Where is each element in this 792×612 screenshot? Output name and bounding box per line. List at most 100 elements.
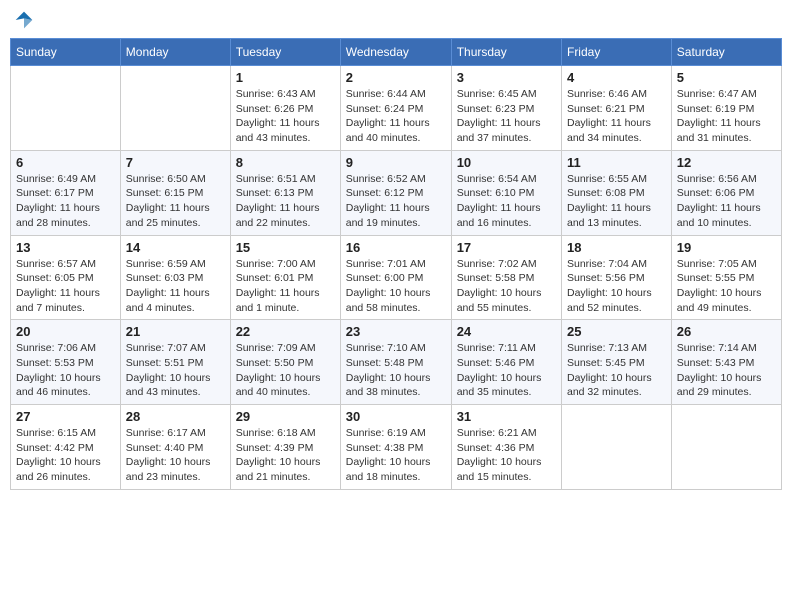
day-info: Sunrise: 6:44 AM Sunset: 6:24 PM Dayligh… [346, 87, 446, 146]
calendar-day-cell: 13Sunrise: 6:57 AM Sunset: 6:05 PM Dayli… [11, 235, 121, 320]
calendar-week-row: 20 Sunrise: 7:06 AM Sunset: 5:53 PM Dayli… [11, 320, 782, 405]
day-info: Sunrise: 6:46 AM Sunset: 6:21 PM Dayligh… [567, 87, 666, 146]
day-number: 7 [126, 155, 225, 170]
calendar-day-cell: 18 Sunrise: 7:04 AM Sunset: 5:56 PM Dayli… [561, 235, 671, 320]
day-number: 19 [677, 240, 776, 255]
day-number: 11 [567, 155, 666, 170]
day-number: 23 [346, 324, 446, 339]
calendar-day-cell: 24 Sunrise: 7:11 AM Sunset: 5:46 PM Dayli… [451, 320, 561, 405]
day-info: Sunrise: 7:00 AM Sunset: 6:01 PM Dayligh… [236, 257, 335, 316]
logo-icon [14, 10, 34, 30]
calendar-day-cell: 31 Sunrise: 6:21 AM Sunset: 4:36 PM Dayli… [451, 405, 561, 490]
day-number: 26 [677, 324, 776, 339]
calendar-day-cell: 29 Sunrise: 6:18 AM Sunset: 4:39 PM Dayli… [230, 405, 340, 490]
day-info: Sunrise: 6:59 AM Sunset: 6:03 PM Dayligh… [126, 257, 225, 316]
day-number: 18 [567, 240, 666, 255]
day-number: 8 [236, 155, 335, 170]
calendar-day-cell: 20 Sunrise: 7:06 AM Sunset: 5:53 PM Dayli… [11, 320, 121, 405]
day-info: Sunrise: 6:18 AM Sunset: 4:39 PM Dayligh… [236, 426, 335, 485]
day-number: 15 [236, 240, 335, 255]
calendar-day-cell: 14Sunrise: 6:59 AM Sunset: 6:03 PM Dayli… [120, 235, 230, 320]
day-number: 22 [236, 324, 335, 339]
day-info: Sunrise: 7:07 AM Sunset: 5:51 PM Dayligh… [126, 341, 225, 400]
day-info: Sunrise: 7:14 AM Sunset: 5:43 PM Dayligh… [677, 341, 776, 400]
calendar-day-cell: 25 Sunrise: 7:13 AM Sunset: 5:45 PM Dayli… [561, 320, 671, 405]
day-info: Sunrise: 7:06 AM Sunset: 5:53 PM Dayligh… [16, 341, 115, 400]
calendar-day-cell: 7Sunrise: 6:50 AM Sunset: 6:15 PM Daylig… [120, 150, 230, 235]
day-number: 10 [457, 155, 556, 170]
day-number: 25 [567, 324, 666, 339]
calendar-day-cell: 3Sunrise: 6:45 AM Sunset: 6:23 PM Daylig… [451, 66, 561, 151]
day-number: 16 [346, 240, 446, 255]
day-info: Sunrise: 7:10 AM Sunset: 5:48 PM Dayligh… [346, 341, 446, 400]
calendar-week-row: 6 Sunrise: 6:49 AM Sunset: 6:17 PM Daylig… [11, 150, 782, 235]
calendar-day-cell: 10Sunrise: 6:54 AM Sunset: 6:10 PM Dayli… [451, 150, 561, 235]
calendar-header-cell: Tuesday [230, 39, 340, 66]
calendar-header-cell: Thursday [451, 39, 561, 66]
calendar-day-cell: 23 Sunrise: 7:10 AM Sunset: 5:48 PM Dayli… [340, 320, 451, 405]
calendar-day-cell: 30 Sunrise: 6:19 AM Sunset: 4:38 PM Dayli… [340, 405, 451, 490]
calendar-header-cell: Sunday [11, 39, 121, 66]
day-number: 31 [457, 409, 556, 424]
calendar-day-cell [671, 405, 781, 490]
calendar-day-cell [11, 66, 121, 151]
day-info: Sunrise: 6:49 AM Sunset: 6:17 PM Dayligh… [16, 172, 115, 231]
calendar-day-cell: 9 Sunrise: 6:52 AM Sunset: 6:12 PM Daylig… [340, 150, 451, 235]
day-number: 30 [346, 409, 446, 424]
calendar-week-row: 27Sunrise: 6:15 AM Sunset: 4:42 PM Dayli… [11, 405, 782, 490]
day-number: 27 [16, 409, 115, 424]
day-info: Sunrise: 6:52 AM Sunset: 6:12 PM Dayligh… [346, 172, 446, 231]
calendar-day-cell: 8 Sunrise: 6:51 AM Sunset: 6:13 PM Daylig… [230, 150, 340, 235]
day-number: 6 [16, 155, 115, 170]
day-number: 28 [126, 409, 225, 424]
day-number: 17 [457, 240, 556, 255]
day-info: Sunrise: 6:21 AM Sunset: 4:36 PM Dayligh… [457, 426, 556, 485]
calendar-day-cell: 16 Sunrise: 7:01 AM Sunset: 6:00 PM Dayli… [340, 235, 451, 320]
calendar-day-cell [561, 405, 671, 490]
calendar-day-cell: 22 Sunrise: 7:09 AM Sunset: 5:50 PM Dayli… [230, 320, 340, 405]
calendar-day-cell: 15 Sunrise: 7:00 AM Sunset: 6:01 PM Dayli… [230, 235, 340, 320]
calendar-day-cell: 27Sunrise: 6:15 AM Sunset: 4:42 PM Dayli… [11, 405, 121, 490]
day-info: Sunrise: 6:19 AM Sunset: 4:38 PM Dayligh… [346, 426, 446, 485]
calendar-header-cell: Friday [561, 39, 671, 66]
day-number: 4 [567, 70, 666, 85]
calendar-day-cell: 21 Sunrise: 7:07 AM Sunset: 5:51 PM Dayli… [120, 320, 230, 405]
calendar-week-row: 1 Sunrise: 6:43 AM Sunset: 6:26 PM Daylig… [11, 66, 782, 151]
day-info: Sunrise: 6:51 AM Sunset: 6:13 PM Dayligh… [236, 172, 335, 231]
calendar-day-cell: 28 Sunrise: 6:17 AM Sunset: 4:40 PM Dayli… [120, 405, 230, 490]
calendar-day-cell: 12 Sunrise: 6:56 AM Sunset: 6:06 PM Dayli… [671, 150, 781, 235]
calendar-day-cell: 26 Sunrise: 7:14 AM Sunset: 5:43 PM Dayli… [671, 320, 781, 405]
day-info: Sunrise: 6:57 AM Sunset: 6:05 PM Dayligh… [16, 257, 115, 316]
day-number: 20 [16, 324, 115, 339]
calendar-header-cell: Wednesday [340, 39, 451, 66]
calendar-body: 1 Sunrise: 6:43 AM Sunset: 6:26 PM Daylig… [11, 66, 782, 490]
calendar-day-cell [120, 66, 230, 151]
day-number: 1 [236, 70, 335, 85]
calendar-day-cell: 5Sunrise: 6:47 AM Sunset: 6:19 PM Daylig… [671, 66, 781, 151]
day-info: Sunrise: 7:11 AM Sunset: 5:46 PM Dayligh… [457, 341, 556, 400]
day-info: Sunrise: 6:56 AM Sunset: 6:06 PM Dayligh… [677, 172, 776, 231]
calendar-header-cell: Saturday [671, 39, 781, 66]
calendar-day-cell: 17 Sunrise: 7:02 AM Sunset: 5:58 PM Dayli… [451, 235, 561, 320]
calendar-day-cell: 2Sunrise: 6:44 AM Sunset: 6:24 PM Daylig… [340, 66, 451, 151]
calendar-day-cell: 11 Sunrise: 6:55 AM Sunset: 6:08 PM Dayli… [561, 150, 671, 235]
day-number: 9 [346, 155, 446, 170]
calendar-header-row: SundayMondayTuesdayWednesdayThursdayFrid… [11, 39, 782, 66]
day-number: 21 [126, 324, 225, 339]
day-info: Sunrise: 7:13 AM Sunset: 5:45 PM Dayligh… [567, 341, 666, 400]
day-info: Sunrise: 7:09 AM Sunset: 5:50 PM Dayligh… [236, 341, 335, 400]
day-info: Sunrise: 6:43 AM Sunset: 6:26 PM Dayligh… [236, 87, 335, 146]
calendar-day-cell: 4 Sunrise: 6:46 AM Sunset: 6:21 PM Daylig… [561, 66, 671, 151]
day-number: 29 [236, 409, 335, 424]
day-info: Sunrise: 7:05 AM Sunset: 5:55 PM Dayligh… [677, 257, 776, 316]
day-info: Sunrise: 7:01 AM Sunset: 6:00 PM Dayligh… [346, 257, 446, 316]
day-number: 12 [677, 155, 776, 170]
day-info: Sunrise: 6:17 AM Sunset: 4:40 PM Dayligh… [126, 426, 225, 485]
calendar-table: SundayMondayTuesdayWednesdayThursdayFrid… [10, 38, 782, 490]
day-info: Sunrise: 6:45 AM Sunset: 6:23 PM Dayligh… [457, 87, 556, 146]
day-info: Sunrise: 6:47 AM Sunset: 6:19 PM Dayligh… [677, 87, 776, 146]
day-number: 24 [457, 324, 556, 339]
day-info: Sunrise: 7:02 AM Sunset: 5:58 PM Dayligh… [457, 257, 556, 316]
day-info: Sunrise: 6:55 AM Sunset: 6:08 PM Dayligh… [567, 172, 666, 231]
day-info: Sunrise: 7:04 AM Sunset: 5:56 PM Dayligh… [567, 257, 666, 316]
